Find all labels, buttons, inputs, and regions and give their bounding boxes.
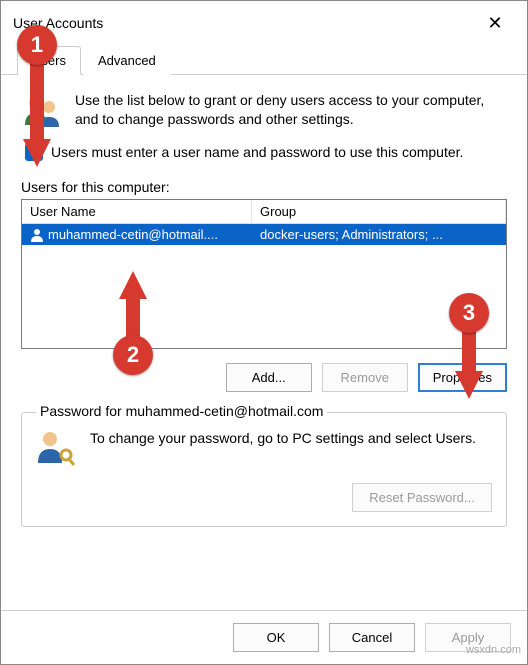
annotation-badge-2: 2 (113, 335, 153, 375)
list-row[interactable]: muhammed-cetin@hotmail.... docker-users;… (22, 224, 506, 245)
add-button[interactable]: Add... (226, 363, 312, 392)
list-header: User Name Group (22, 200, 506, 224)
tab-advanced[interactable]: Advanced (83, 46, 171, 75)
cell-group: docker-users; Administrators; ... (252, 224, 506, 245)
intro-text: Use the list below to grant or deny user… (75, 91, 507, 131)
column-group[interactable]: Group (252, 200, 506, 223)
apply-button: Apply (425, 623, 511, 652)
ok-button[interactable]: OK (233, 623, 319, 652)
annotation-arrow-3 (451, 329, 487, 401)
password-text: To change your password, go to PC settin… (90, 429, 476, 448)
user-key-icon (36, 429, 76, 469)
annotation-badge-1: 1 (17, 25, 57, 65)
annotation-arrow-2 (115, 271, 151, 343)
users-list-label: Users for this computer: (21, 179, 170, 195)
column-username[interactable]: User Name (22, 200, 252, 223)
user-row-icon (30, 228, 44, 242)
cancel-button[interactable]: Cancel (329, 623, 415, 652)
reset-password-button: Reset Password... (352, 483, 492, 512)
remove-button: Remove (322, 363, 408, 392)
annotation-arrow-1 (19, 61, 55, 171)
password-legend: Password for muhammed-cetin@hotmail.com (36, 403, 327, 419)
cell-username-text: muhammed-cetin@hotmail.... (48, 227, 218, 242)
users-listbox[interactable]: User Name Group muhammed-cetin@hotmail..… (21, 199, 507, 349)
require-password-row[interactable]: ✓ Users must enter a user name and passw… (25, 143, 507, 161)
require-password-label: Users must enter a user name and passwor… (51, 144, 463, 160)
intro-row: Use the list below to grant or deny user… (21, 91, 507, 131)
password-fieldset: Password for muhammed-cetin@hotmail.com … (21, 412, 507, 527)
close-icon: ✕ (487, 13, 502, 34)
bottom-button-bar: OK Cancel Apply (1, 610, 527, 664)
annotation-badge-3: 3 (449, 293, 489, 333)
tabstrip: Users Advanced (1, 45, 527, 75)
cell-username: muhammed-cetin@hotmail.... (22, 224, 252, 245)
titlebar: User Accounts ✕ (1, 1, 527, 45)
close-button[interactable]: ✕ (475, 9, 515, 37)
